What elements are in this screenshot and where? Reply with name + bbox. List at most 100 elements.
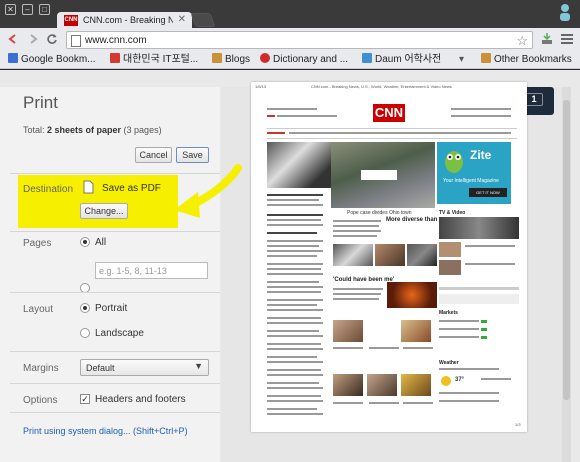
divider bbox=[10, 292, 220, 293]
pages-label: Pages bbox=[23, 238, 52, 249]
bookmark-star-icon[interactable]: ☆ bbox=[516, 33, 528, 49]
preview-line bbox=[333, 230, 381, 232]
other-bookmarks[interactable]: Other Bookmarks bbox=[481, 53, 572, 67]
new-tab-button[interactable] bbox=[190, 13, 216, 27]
portrait-radio[interactable] bbox=[80, 303, 90, 313]
daum-icon bbox=[362, 53, 372, 63]
bookmark-label: 대한민국 IT포털... bbox=[123, 54, 199, 65]
market-up-icon bbox=[481, 328, 487, 331]
bookmark-it-portal[interactable]: 대한민국 IT포털... bbox=[110, 53, 198, 67]
preview-line bbox=[267, 115, 275, 117]
preview-line bbox=[267, 281, 319, 283]
layout-label: Layout bbox=[23, 304, 54, 315]
landscape-radio[interactable] bbox=[80, 328, 90, 338]
preview-line bbox=[267, 400, 323, 402]
back-icon[interactable] bbox=[7, 33, 19, 45]
tab-close-icon[interactable]: ✕ bbox=[178, 14, 186, 25]
preview-line bbox=[267, 268, 321, 270]
preview-weather-label: Weather bbox=[439, 360, 459, 366]
preview-line bbox=[267, 194, 323, 196]
preview-video-thumb bbox=[439, 217, 519, 239]
preview-line bbox=[267, 408, 317, 410]
preview-temp: 37° bbox=[455, 377, 465, 383]
bookmark-google[interactable]: Google Bookm... bbox=[8, 53, 95, 67]
pages-all-radio[interactable] bbox=[80, 237, 90, 247]
tab-cnn[interactable]: CNN CNN.com - Breaking News ✕ bbox=[57, 12, 192, 29]
destination-label: Destination bbox=[23, 184, 74, 195]
preview-line bbox=[439, 392, 499, 394]
google-icon bbox=[8, 53, 18, 63]
divider bbox=[10, 351, 220, 352]
other-bookmarks-label: Other Bookmarks bbox=[494, 54, 572, 65]
extension-icon[interactable] bbox=[540, 32, 554, 46]
preview-photo-caption: Pope case divides Ohio town bbox=[347, 210, 412, 216]
change-destination-button[interactable]: Change... bbox=[80, 203, 128, 219]
bookmark-daum[interactable]: Daum 어학사전 bbox=[362, 53, 441, 67]
preview-line bbox=[439, 320, 479, 322]
preview-line bbox=[267, 199, 319, 201]
page-range-input[interactable]: e.g. 1-5, 8, 11-13 bbox=[95, 262, 208, 279]
destination-value: Save as PDF bbox=[102, 183, 161, 194]
preview-header-date: 1/6/13 bbox=[255, 84, 267, 89]
preview-thumb bbox=[401, 320, 431, 342]
cnn-favicon-icon: CNN bbox=[64, 15, 78, 26]
preview-rule bbox=[267, 138, 517, 139]
pages-all-label: All bbox=[95, 237, 107, 248]
owl-icon bbox=[445, 151, 463, 173]
menu-icon[interactable] bbox=[561, 34, 573, 45]
preview-line bbox=[333, 235, 377, 237]
bookmark-blogs[interactable]: Blogs bbox=[212, 53, 250, 67]
divider bbox=[10, 231, 220, 232]
scrollbar-thumb[interactable] bbox=[563, 100, 570, 400]
reload-icon[interactable] bbox=[46, 33, 58, 45]
preview-line bbox=[439, 336, 479, 338]
preview-line bbox=[267, 224, 323, 226]
preview-line bbox=[439, 400, 499, 402]
preview-line bbox=[289, 132, 511, 134]
preview-line bbox=[333, 220, 381, 222]
preview-thumb bbox=[407, 244, 437, 266]
preview-line bbox=[267, 343, 321, 345]
preview-line bbox=[267, 132, 285, 134]
minimize-window-icon[interactable]: – bbox=[22, 4, 33, 15]
margins-select[interactable]: Default ▼ bbox=[80, 359, 209, 376]
preview-headline-2: 'Could have been me' bbox=[333, 277, 395, 283]
forward-icon[interactable] bbox=[27, 33, 39, 45]
preview-line bbox=[267, 361, 323, 363]
headers-footers-checkbox[interactable]: ✓ bbox=[80, 394, 90, 404]
preview-line bbox=[267, 348, 323, 350]
preview-thumb bbox=[333, 244, 373, 266]
browser-toolbar: www.cnn.com ☆ bbox=[0, 28, 580, 51]
bookmarks-bar: Google Bookm... 대한민국 IT포털... Blogs Dicti… bbox=[0, 51, 580, 69]
preview-line bbox=[369, 347, 399, 349]
preview-ad-zite: Zite Your Intelligent Magazine GET IT NO… bbox=[437, 142, 511, 204]
sun-icon bbox=[441, 376, 451, 386]
preview-line bbox=[333, 225, 379, 227]
close-window-icon[interactable]: ✕ bbox=[5, 4, 16, 15]
preview-markets-label: Markets bbox=[439, 310, 458, 316]
preview-footer-page: 1/3 bbox=[515, 422, 521, 427]
address-bar[interactable]: www.cnn.com ☆ bbox=[66, 31, 533, 49]
preview-line bbox=[267, 286, 323, 288]
preview-photo-overlay bbox=[361, 170, 397, 180]
preview-line bbox=[333, 402, 363, 404]
preview-line bbox=[267, 245, 319, 247]
user-profile-icon[interactable] bbox=[558, 2, 572, 22]
bookmark-dictionary[interactable]: Dictionary and ... bbox=[260, 53, 348, 67]
page-number: 1 bbox=[525, 93, 543, 106]
preview-line bbox=[369, 402, 399, 404]
cancel-button[interactable]: Cancel bbox=[135, 147, 172, 163]
folder-icon bbox=[212, 53, 222, 63]
preview-line bbox=[267, 304, 317, 306]
ad-tagline: Your Intelligent Magazine bbox=[443, 178, 499, 184]
url-text[interactable]: www.cnn.com bbox=[85, 35, 147, 46]
chevron-down-icon: ▼ bbox=[194, 361, 203, 371]
maximize-window-icon[interactable]: □ bbox=[39, 4, 50, 15]
portrait-label: Portrait bbox=[95, 303, 128, 314]
system-dialog-link[interactable]: Print using system dialog... (Shift+Ctrl… bbox=[23, 426, 188, 436]
preview-line bbox=[267, 108, 317, 110]
preview-line bbox=[267, 219, 321, 221]
bookmarks-overflow-icon[interactable]: ▾ bbox=[459, 53, 464, 67]
preview-line bbox=[333, 288, 383, 290]
preview-line bbox=[451, 108, 511, 110]
